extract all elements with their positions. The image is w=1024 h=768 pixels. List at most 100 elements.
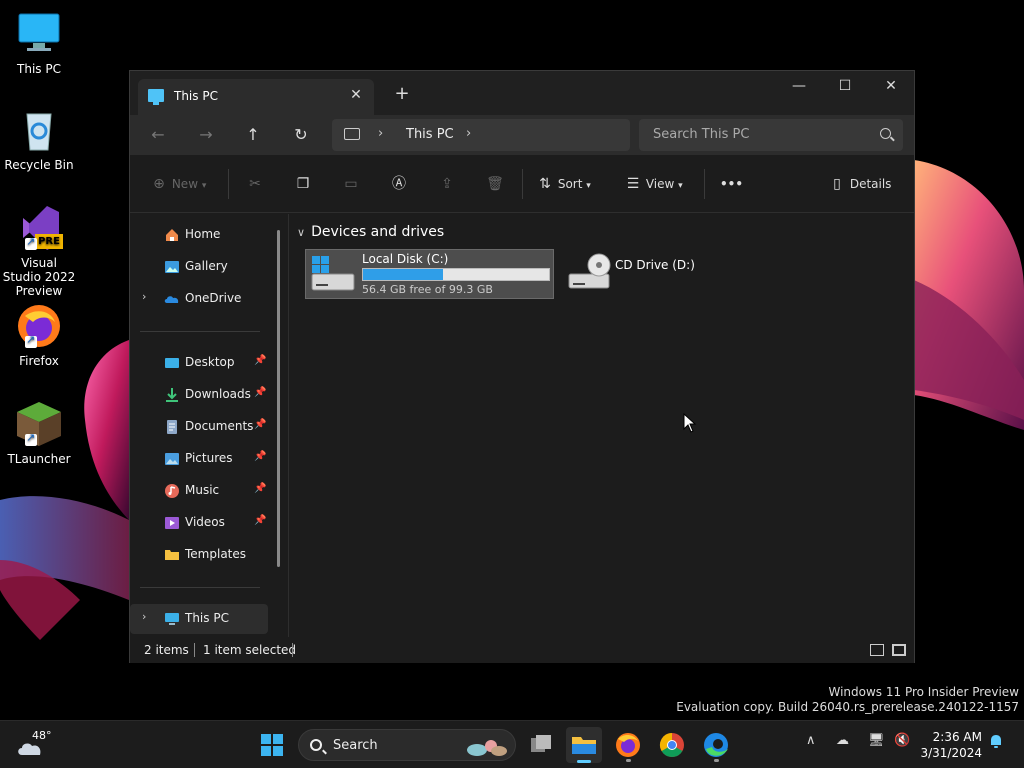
notification-bell-icon[interactable] (988, 733, 1004, 753)
desktop-icon-tlauncher[interactable]: TLauncher (2, 400, 76, 466)
volume-muted-icon[interactable]: 🔇 (894, 733, 910, 748)
taskbar-file-explorer[interactable] (566, 727, 602, 763)
search-icon (310, 739, 322, 751)
refresh-button[interactable]: ↻ (285, 121, 317, 149)
copy-button[interactable]: ❐ (294, 169, 312, 199)
sort-button[interactable]: ⇅ Sort ▾ (536, 169, 591, 199)
back-button[interactable]: ← (142, 121, 174, 149)
task-view-button[interactable] (523, 727, 559, 763)
start-button[interactable] (254, 727, 290, 763)
cd-drive-icon (567, 252, 613, 294)
windows-logo-icon (261, 734, 283, 756)
sidebar-item-onedrive[interactable]: › OneDrive (130, 284, 268, 314)
copy-icon: ❐ (296, 176, 310, 192)
chevron-right-icon[interactable]: › (466, 126, 471, 141)
up-button[interactable]: ↑ (237, 121, 269, 149)
rename-button[interactable]: Ⓐ (390, 169, 408, 199)
selection-count: 1 item selected (203, 643, 297, 657)
view-button[interactable]: ☰ View ▾ (624, 169, 683, 199)
pin-icon: 📌 (254, 387, 267, 398)
minimize-button[interactable]: — (776, 71, 822, 103)
folder-icon (164, 547, 180, 563)
rename-icon: Ⓐ (392, 176, 406, 192)
sidebar-divider (140, 587, 260, 588)
chevron-right-icon[interactable]: › (142, 290, 146, 303)
sidebar-item-label: This PC (185, 611, 229, 625)
scissors-icon: ✂ (249, 176, 261, 192)
more-options-button[interactable]: ••• (720, 169, 743, 199)
sidebar-item-label: Templates (185, 547, 247, 561)
weather-temp: 48° (32, 729, 52, 742)
running-indicator (714, 759, 719, 762)
document-icon (164, 419, 180, 435)
sidebar-divider (140, 331, 260, 332)
system-clock[interactable]: 2:36 AM 3/31/2024 (920, 729, 982, 761)
toolbar-divider (704, 169, 705, 199)
desktop-icon-firefox[interactable]: Firefox (2, 302, 76, 368)
mouse-cursor-icon (683, 412, 697, 436)
desktop-icon-label: This PC (17, 62, 61, 76)
taskbar-chrome[interactable] (654, 727, 690, 763)
minecraft-block-icon (15, 400, 63, 448)
sidebar-item-pictures[interactable]: Pictures 📌 (130, 444, 268, 474)
sidebar-item-this-pc[interactable]: › This PC (130, 604, 268, 634)
clipboard-icon: ▭ (344, 176, 358, 192)
maximize-button[interactable]: ☐ (822, 71, 868, 103)
sidebar-scrollbar[interactable] (277, 230, 280, 567)
navigation-pane: Home Gallery › OneDrive Desktop 📌 Downlo… (130, 214, 288, 637)
sidebar-item-home[interactable]: Home (130, 220, 268, 250)
chevron-down-icon: ∨ (297, 226, 306, 239)
delete-button[interactable]: 🗑 (486, 169, 504, 199)
new-button[interactable]: ⊕ New ▾ (150, 169, 206, 199)
network-icon[interactable]: 🖥 (868, 733, 885, 748)
search-placeholder: Search This PC (653, 127, 750, 142)
paste-button[interactable]: ▭ (342, 169, 360, 199)
chevron-right-icon[interactable]: › (142, 610, 146, 623)
forward-button[interactable]: → (190, 121, 222, 149)
details-pane-button[interactable]: ▯ Details (828, 169, 891, 199)
tab-this-pc[interactable]: This PC ✕ (138, 79, 374, 115)
breadcrumb-this-pc[interactable]: This PC (406, 127, 454, 142)
share-button[interactable]: ⇪ (438, 169, 456, 199)
sidebar-item-videos[interactable]: Videos 📌 (130, 508, 268, 538)
show-hidden-icons-button[interactable]: ∧ (806, 733, 816, 748)
new-tab-button[interactable]: + (390, 83, 414, 107)
address-bar[interactable]: › This PC › (332, 119, 630, 151)
pin-icon: 📌 (254, 355, 267, 366)
item-count: 2 items (144, 643, 189, 657)
desktop-icon-recycle-bin[interactable]: Recycle Bin (2, 106, 76, 172)
drive-usage-bar (362, 268, 550, 281)
chrome-icon (659, 733, 684, 758)
pin-icon: 📌 (254, 515, 267, 526)
drive-cd-d[interactable]: CD Drive (D:) (563, 249, 743, 299)
chevron-down-icon: ▾ (678, 181, 683, 191)
search-box[interactable]: Search This PC (639, 119, 903, 151)
recycle-bin-icon (15, 106, 63, 154)
desktop-icon-visual-studio[interactable]: PRE Visual Studio 2022 Preview (2, 204, 76, 298)
details-view-icon[interactable] (870, 644, 884, 656)
sidebar-item-templates[interactable]: Templates (130, 540, 268, 570)
sidebar-item-gallery[interactable]: Gallery (130, 252, 268, 282)
tiles-view-icon[interactable] (892, 644, 906, 656)
monitor-icon (15, 10, 63, 58)
sidebar-item-documents[interactable]: Documents 📌 (130, 412, 268, 442)
taskbar-firefox[interactable] (610, 727, 646, 763)
sort-label: Sort (557, 177, 583, 191)
sidebar-item-music[interactable]: Music 📌 (130, 476, 268, 506)
desktop-icon-this-pc[interactable]: This PC (2, 10, 76, 76)
taskbar-search[interactable]: Search (298, 729, 516, 761)
group-header-devices[interactable]: ∨ Devices and drives (297, 224, 444, 240)
sidebar-item-downloads[interactable]: Downloads 📌 (130, 380, 268, 410)
onedrive-tray-icon[interactable]: ☁ (836, 733, 849, 748)
music-icon (164, 483, 180, 499)
sidebar-item-desktop[interactable]: Desktop 📌 (130, 348, 268, 378)
drive-local-disk-c[interactable]: Local Disk (C:) 56.4 GB free of 99.3 GB (305, 249, 554, 299)
close-tab-icon[interactable]: ✕ (346, 85, 366, 105)
watermark-line-2: Evaluation copy. Build 26040.rs_prerelea… (676, 700, 1019, 714)
weather-widget[interactable]: 48° (16, 729, 52, 761)
cut-button[interactable]: ✂ (246, 169, 264, 199)
chevron-right-icon[interactable]: › (378, 126, 383, 141)
navigation-bar: ← → ↑ ↻ › This PC › Search This PC (130, 115, 914, 155)
taskbar-edge[interactable] (698, 727, 734, 763)
close-window-button[interactable]: ✕ (868, 71, 914, 103)
